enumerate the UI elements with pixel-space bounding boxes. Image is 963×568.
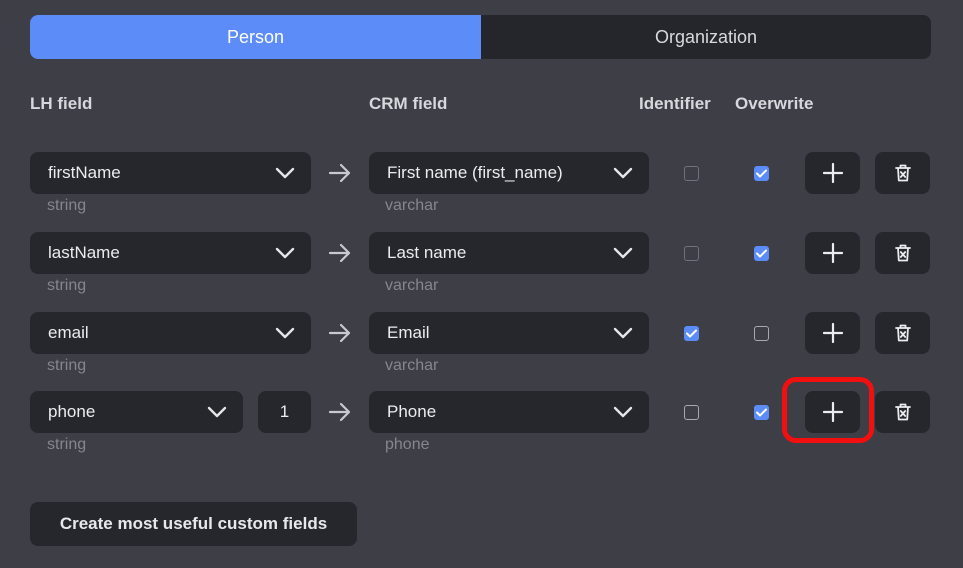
trash-icon — [894, 164, 911, 182]
identifier-checkbox-1[interactable] — [684, 166, 699, 181]
lh-field-select-4[interactable]: phone — [30, 391, 243, 433]
arrow-right-icon — [328, 323, 352, 343]
lh-field-select-3[interactable]: email — [30, 312, 311, 354]
plus-icon — [822, 323, 843, 343]
lh-field-type-1: string — [47, 197, 87, 214]
crm-field-value: Email — [387, 323, 430, 342]
crm-field-type-2: varchar — [385, 277, 439, 294]
lh-field-type-3: string — [47, 357, 87, 374]
lh-field-value: firstName — [48, 163, 121, 182]
overwrite-checkbox-4[interactable] — [754, 405, 769, 420]
crm-field-type-1: varchar — [385, 197, 439, 214]
crm-field-type-3: varchar — [385, 357, 439, 374]
crm-field-type-4: phone — [385, 436, 430, 453]
arrow-right-icon — [328, 163, 352, 183]
add-row-button-3[interactable] — [805, 312, 860, 354]
plus-icon — [822, 163, 843, 183]
chevron-down-icon — [613, 406, 633, 418]
lh-field-value: email — [48, 323, 89, 342]
entity-tabs: Person Organization — [30, 15, 931, 59]
chevron-down-icon — [613, 327, 633, 339]
crm-field-value: First name (first_name) — [387, 163, 563, 182]
arrow-right-icon — [328, 243, 352, 263]
header-identifier: Identifier — [639, 94, 711, 113]
delete-row-button-1[interactable] — [875, 152, 930, 194]
delete-row-button-3[interactable] — [875, 312, 930, 354]
delete-row-button-2[interactable] — [875, 232, 930, 274]
overwrite-checkbox-1[interactable] — [754, 166, 769, 181]
crm-field-select-4[interactable]: Phone — [369, 391, 649, 433]
trash-icon — [894, 403, 911, 421]
chevron-down-icon — [613, 167, 633, 179]
tab-person[interactable]: Person — [30, 15, 481, 59]
chevron-down-icon — [275, 247, 295, 259]
tab-organization[interactable]: Organization — [481, 15, 931, 59]
crm-field-select-2[interactable]: Last name — [369, 232, 649, 274]
crm-field-select-1[interactable]: First name (first_name) — [369, 152, 649, 194]
chevron-down-icon — [275, 327, 295, 339]
lh-field-value: phone — [48, 402, 96, 421]
crm-field-value: Phone — [387, 402, 437, 421]
arrow-right-icon — [328, 402, 352, 422]
create-custom-fields-button[interactable]: Create most useful custom fields — [30, 502, 357, 546]
add-row-button-1[interactable] — [805, 152, 860, 194]
trash-icon — [894, 244, 911, 262]
lh-field-value: lastName — [48, 243, 120, 262]
delete-row-button-4[interactable] — [875, 391, 930, 433]
lh-field-select-2[interactable]: lastName — [30, 232, 311, 274]
identifier-checkbox-2[interactable] — [684, 246, 699, 261]
trash-icon — [894, 324, 911, 342]
overwrite-checkbox-3[interactable] — [754, 326, 769, 341]
crm-field-select-3[interactable]: Email — [369, 312, 649, 354]
identifier-checkbox-4[interactable] — [684, 405, 699, 420]
overwrite-checkbox-2[interactable] — [754, 246, 769, 261]
lh-field-select-1[interactable]: firstName — [30, 152, 311, 194]
lh-field-type-4: string — [47, 436, 87, 453]
lh-field-index-input[interactable]: 1 — [258, 391, 311, 433]
chevron-down-icon — [613, 247, 633, 259]
identifier-checkbox-3[interactable] — [684, 326, 699, 341]
crm-field-value: Last name — [387, 243, 467, 262]
add-row-button-2[interactable] — [805, 232, 860, 274]
header-crm-field: CRM field — [369, 94, 448, 113]
highlight-outline — [782, 377, 874, 443]
chevron-down-icon — [207, 406, 227, 418]
header-lh-field: LH field — [30, 94, 93, 113]
chevron-down-icon — [275, 167, 295, 179]
header-overwrite: Overwrite — [735, 94, 814, 113]
plus-icon — [822, 243, 843, 263]
lh-field-type-2: string — [47, 277, 87, 294]
